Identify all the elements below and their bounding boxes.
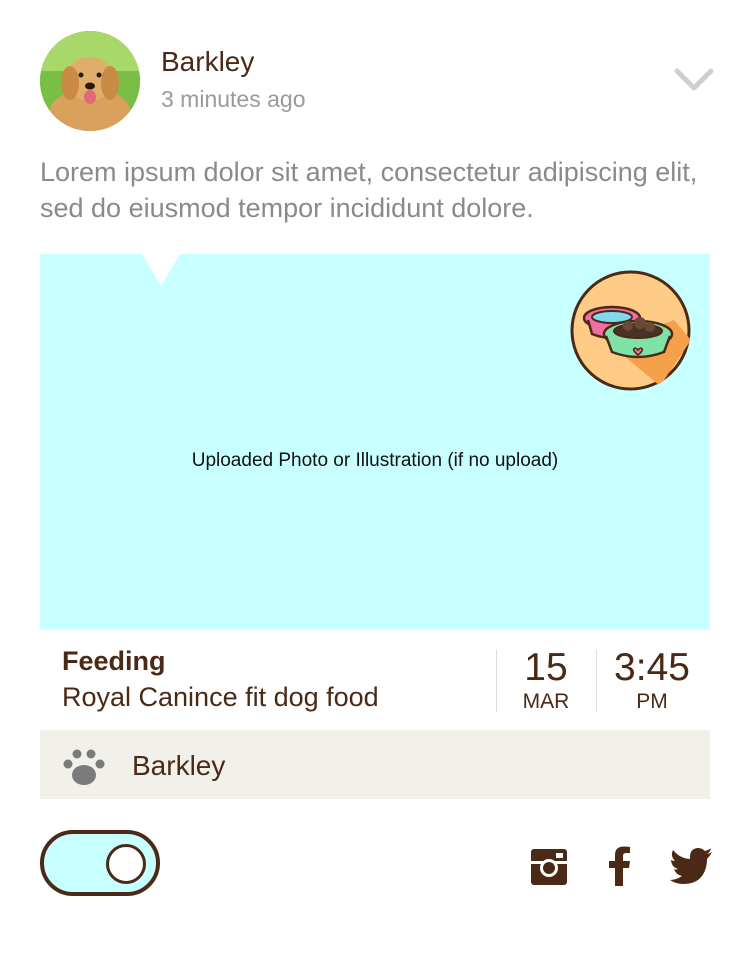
chevron-down-icon <box>674 68 714 91</box>
activity-badge <box>570 270 691 391</box>
media-notch <box>142 254 180 286</box>
time-clock: 3:45 <box>614 646 690 689</box>
time-ampm: PM <box>636 690 668 713</box>
food-bowls-icon <box>570 270 691 391</box>
facebook-icon[interactable] <box>605 846 633 886</box>
date-day: 15 <box>524 646 568 689</box>
author-name[interactable]: Barkley <box>161 46 254 78</box>
time-divider <box>596 650 597 712</box>
author-avatar[interactable] <box>40 31 140 131</box>
pet-bar[interactable]: Barkley <box>40 730 710 799</box>
post-menu-button[interactable] <box>672 62 716 96</box>
date-divider <box>496 650 497 712</box>
twitter-icon[interactable] <box>670 846 712 886</box>
dog-photo-icon <box>40 31 140 131</box>
instagram-icon[interactable] <box>530 846 568 886</box>
share-toggle[interactable] <box>40 830 160 896</box>
date-month: MAR <box>522 690 570 713</box>
post-timestamp: 3 minutes ago <box>161 86 306 112</box>
activity-detail: Royal Canince fit dog food <box>62 682 379 712</box>
media-caption: Uploaded Photo or Illustration (if no up… <box>191 450 559 471</box>
paw-icon <box>63 749 105 785</box>
activity-type: Feeding <box>62 646 166 676</box>
pet-name[interactable]: Barkley <box>132 750 225 782</box>
post-text: Lorem ipsum dolor sit amet, consectetur … <box>40 157 698 223</box>
post-media[interactable]: Uploaded Photo or Illustration (if no up… <box>40 254 710 630</box>
toggle-knob <box>106 844 146 884</box>
